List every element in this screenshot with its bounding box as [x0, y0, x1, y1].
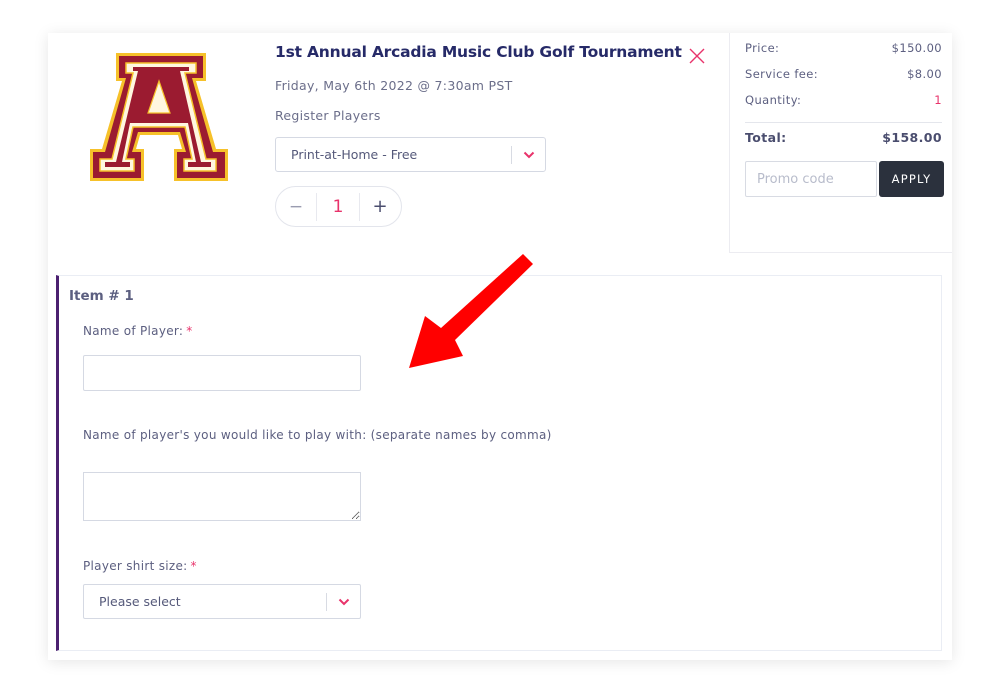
play-with-label-text: Name of player's you would like to play …	[83, 428, 552, 442]
required-marker: *	[186, 324, 193, 338]
item-title: Item # 1	[69, 288, 134, 304]
shirt-size-select[interactable]: Please select	[83, 584, 361, 619]
quantity-stepper: − 1 +	[275, 186, 402, 227]
service-fee-value: $8.00	[907, 67, 942, 81]
player-name-label-text: Name of Player:	[83, 324, 184, 338]
price-row: Price: $150.00	[745, 41, 942, 55]
close-button[interactable]	[688, 47, 706, 65]
required-marker: *	[190, 559, 197, 573]
total-label: Total:	[745, 130, 787, 145]
player-name-input[interactable]	[83, 355, 361, 391]
price-value: $150.00	[891, 41, 942, 55]
promo-code-input[interactable]	[745, 161, 877, 197]
event-registration-card: 1st Annual Arcadia Music Club Golf Tourn…	[48, 33, 952, 660]
ticket-type-value: Print-at-Home - Free	[291, 147, 418, 162]
event-date: Friday, May 6th 2022 @ 7:30am PST	[275, 78, 513, 93]
chevron-down-icon[interactable]	[327, 598, 360, 606]
ticket-type-select[interactable]: Print-at-Home - Free	[275, 137, 546, 172]
total-value: $158.00	[882, 130, 942, 145]
service-fee-row: Service fee: $8.00	[745, 67, 942, 81]
close-icon	[689, 48, 705, 64]
shirt-size-label: Player shirt size: *	[83, 557, 197, 576]
quantity-value: 1	[316, 192, 360, 221]
letter-a-logo-icon	[90, 53, 228, 181]
quantity-label: Quantity:	[745, 93, 802, 107]
play-with-label: Name of player's you would like to play …	[83, 426, 563, 445]
register-players-label: Register Players	[275, 108, 381, 123]
play-with-textarea[interactable]	[83, 472, 361, 521]
increase-quantity-button[interactable]: +	[360, 196, 400, 217]
price-label: Price:	[745, 41, 780, 55]
event-title: 1st Annual Arcadia Music Club Golf Tourn…	[275, 43, 682, 61]
shirt-size-value: Please select	[99, 594, 181, 609]
shirt-size-label-text: Player shirt size:	[83, 559, 188, 573]
summary-divider	[745, 122, 942, 123]
service-fee-label: Service fee:	[745, 67, 819, 81]
quantity-row: Quantity: 1	[745, 93, 942, 107]
apply-promo-button[interactable]: APPLY	[879, 161, 944, 197]
item-panel: Item # 1 Name of Player: * Name of player…	[56, 275, 942, 651]
player-name-label: Name of Player: *	[83, 322, 193, 341]
order-summary: Price: $150.00 Service fee: $8.00 Quanti…	[729, 33, 952, 253]
decrease-quantity-button[interactable]: −	[276, 197, 316, 217]
summary-quantity-value: 1	[934, 93, 942, 107]
chevron-down-icon[interactable]	[512, 151, 545, 159]
arcadia-logo	[88, 51, 230, 183]
total-row: Total: $158.00	[745, 130, 942, 145]
